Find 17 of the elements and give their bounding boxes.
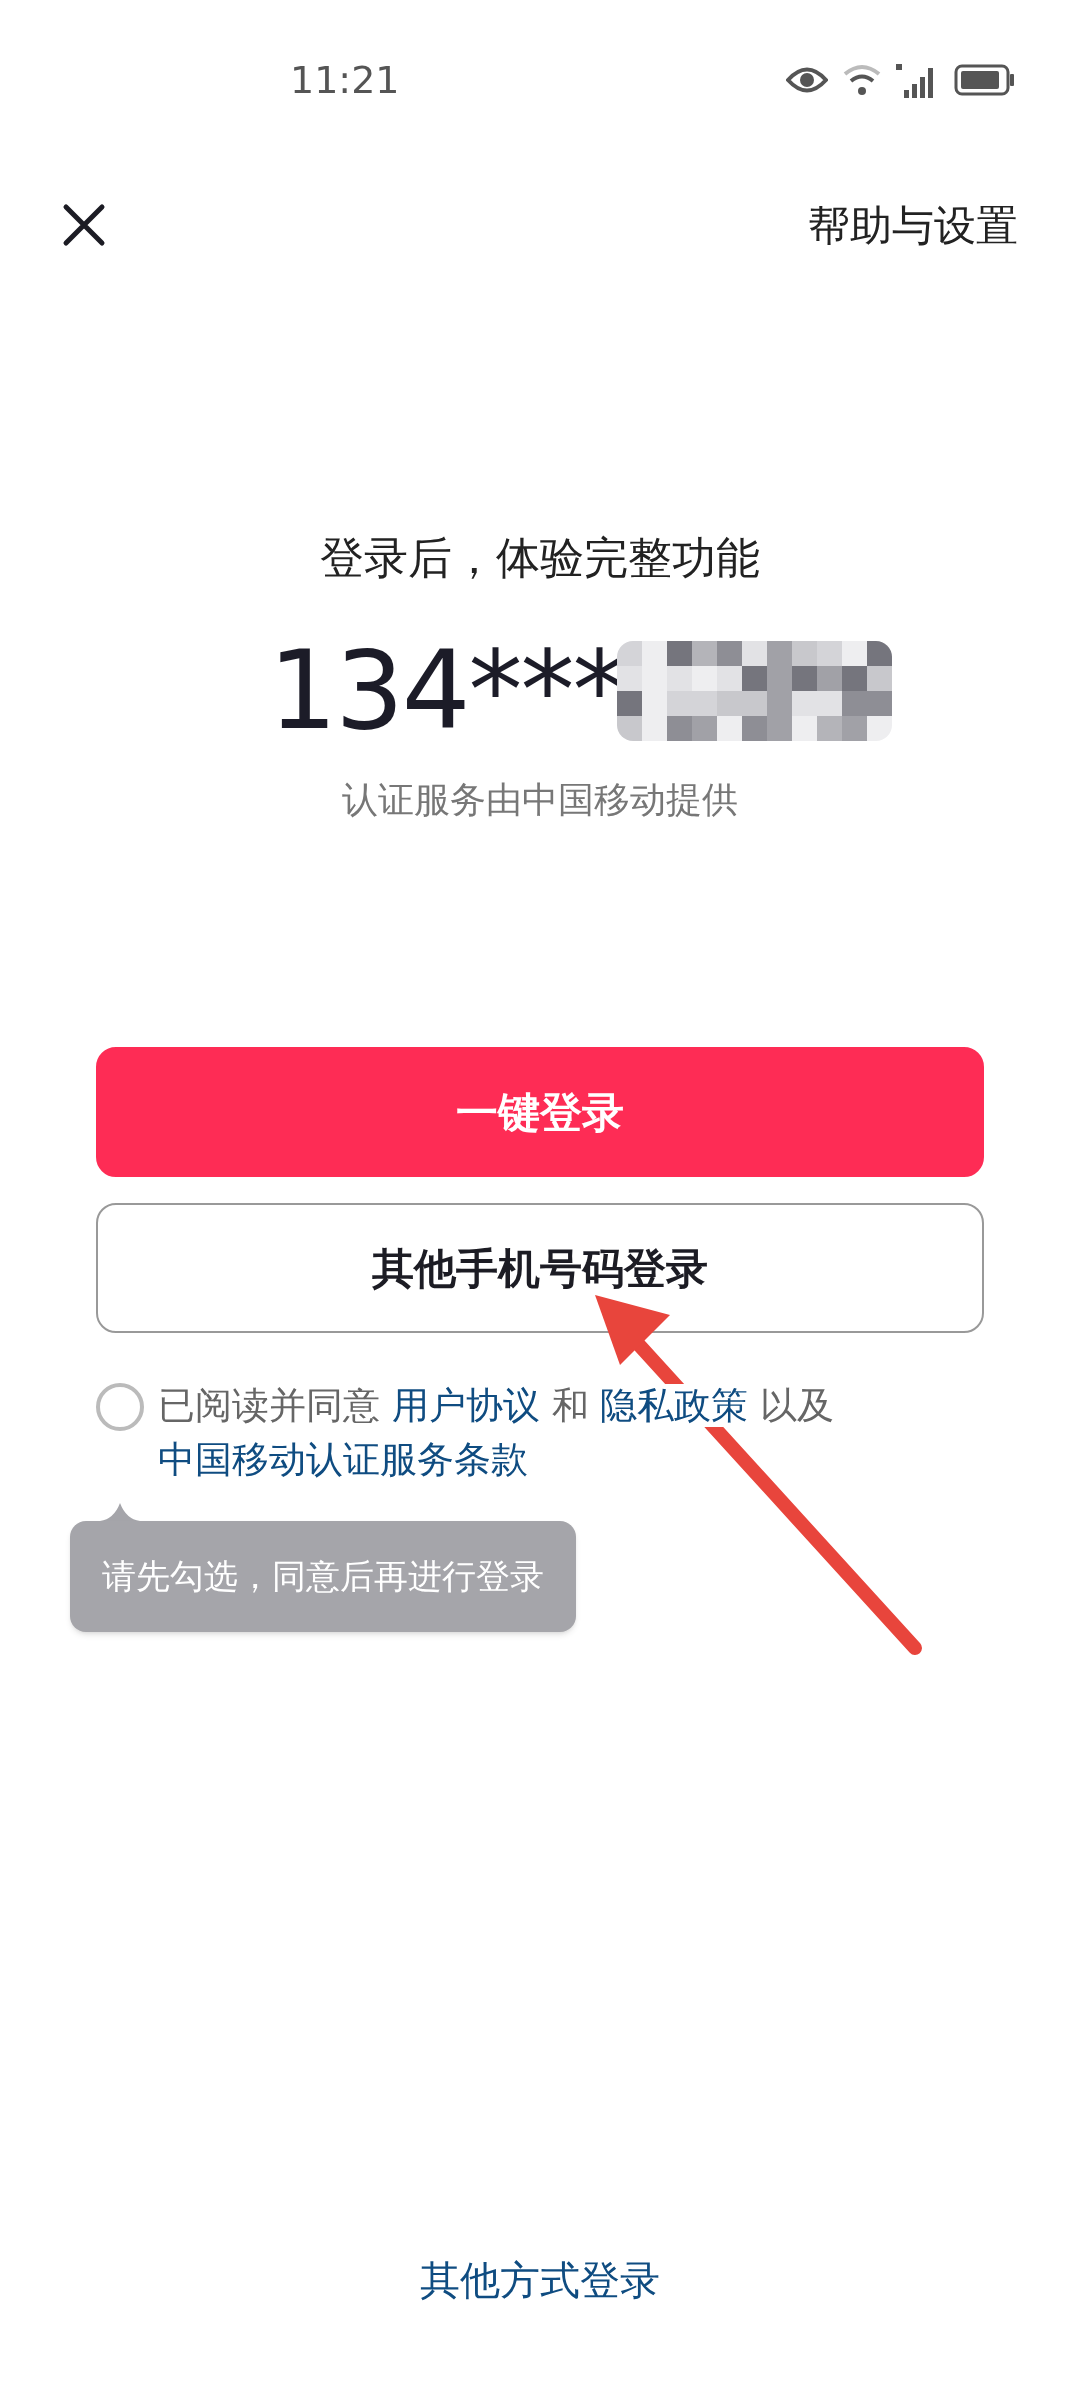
agreement-checkbox[interactable] [96, 1383, 144, 1431]
provider-note: 认证服务由中国移动提供 [342, 778, 738, 822]
agreement-tooltip: 请先勾选，同意后再进行登录 [70, 1521, 576, 1632]
headline: 登录后，体验完整功能 [320, 531, 760, 585]
status-time: 11:21 [290, 56, 400, 104]
help-settings-link[interactable]: 帮助与设置 [808, 193, 1018, 257]
agreement-link[interactable]: 中国移动认证服务条款 [158, 1438, 528, 1481]
other-number-login-button[interactable]: 其他手机号码登录 [96, 1203, 984, 1333]
eye-icon [786, 65, 828, 95]
agreement-text: 已阅读并同意 用户协议 和 隐私政策 以及 中国移动认证服务条款 [158, 1383, 836, 1483]
other-login-methods-link[interactable]: 其他方式登录 [420, 2250, 660, 2310]
phone-number: 134*** [268, 627, 625, 755]
wifi-icon [842, 64, 882, 96]
tooltip-pointer-icon [100, 1501, 140, 1521]
battery-icon [954, 64, 1016, 96]
one-tap-login-button[interactable]: 一键登录 [96, 1047, 984, 1177]
close-icon [62, 203, 106, 247]
